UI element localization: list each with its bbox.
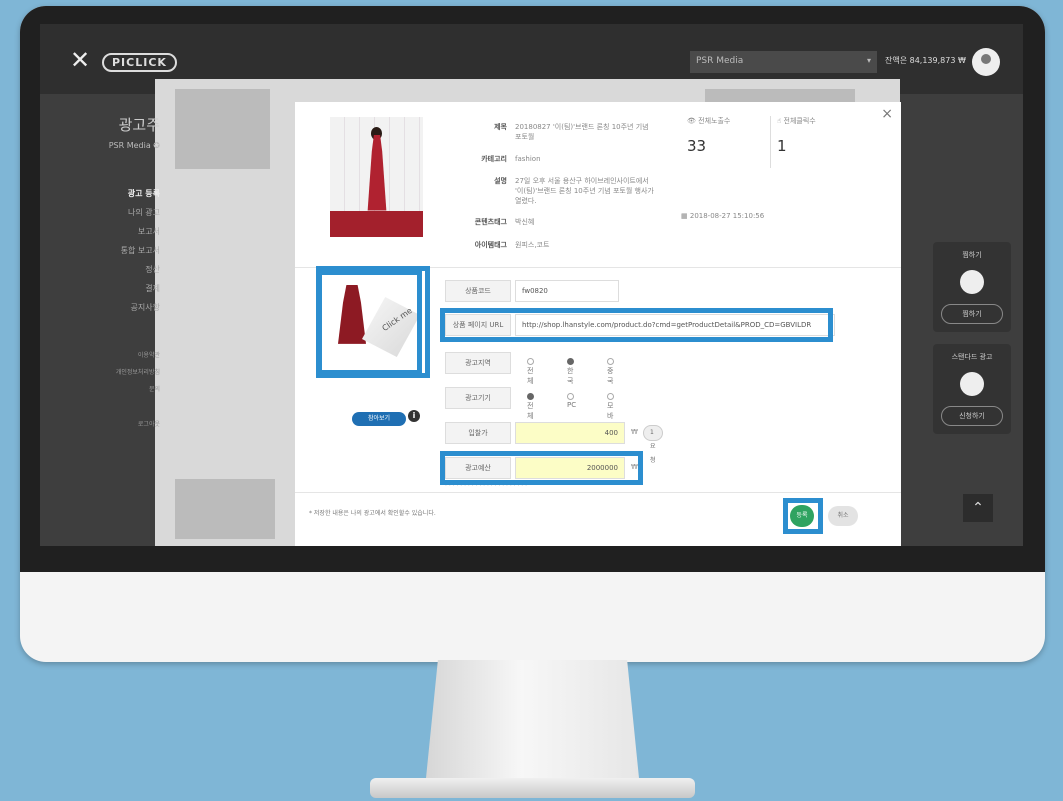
clicks-label: ☝ 전체클릭수 bbox=[777, 117, 816, 125]
sidebar-item-report[interactable]: 보고서 bbox=[70, 222, 160, 241]
budget-highlight-box bbox=[440, 451, 643, 485]
sidebar-title: 광고주 bbox=[118, 116, 160, 134]
sidebar: 광고주 PSR Media ✪ 광고 등록 나의 광고 보고서 통합 보고서 정… bbox=[70, 114, 160, 433]
cancel-button[interactable]: 취소 bbox=[828, 506, 858, 526]
impressions-stat: 👁 전체노출수 33 bbox=[687, 116, 772, 168]
chevron-down-icon: ▾ bbox=[866, 56, 871, 65]
info-content-tag-row: 콘텐츠태그 박신혜 bbox=[455, 217, 655, 227]
sidebar-item-my-ads[interactable]: 나의 광고 bbox=[70, 203, 160, 222]
modal-close-icon[interactable]: × bbox=[881, 106, 893, 122]
device-radio-all[interactable]: 전체 bbox=[527, 393, 537, 421]
sidebar-link-privacy[interactable]: 개인정보처리방침 bbox=[70, 364, 160, 381]
scroll-top-button[interactable]: ⌃ bbox=[963, 494, 993, 522]
clicks-value: 1 bbox=[777, 137, 787, 155]
product-code-input[interactable]: fw0820 bbox=[515, 280, 619, 302]
info-icon[interactable]: i bbox=[408, 410, 420, 422]
title-label: 제목 bbox=[494, 123, 507, 131]
red-carpet bbox=[330, 211, 423, 237]
description-label: 설명 bbox=[494, 177, 507, 185]
right-panel-label-1: 찜하기 bbox=[962, 251, 982, 259]
footer-divider bbox=[295, 492, 901, 493]
info-item-tag-row: 아이템태그 원피스,코트 bbox=[455, 240, 655, 250]
title-value: 20180827 '이(팀)'브랜드 론칭 10주년 기념 포토월 bbox=[515, 123, 649, 141]
info-title-row: 제목 20180827 '이(팀)'브랜드 론칭 10주년 기념 포토월 bbox=[455, 122, 655, 142]
stats-box: 👁 전체노출수 33 ☝ 전체클릭수 1 bbox=[687, 116, 857, 168]
right-panel-button-2[interactable]: 신청하기 bbox=[941, 406, 1003, 426]
right-panel-label-2: 스탠다드 광고 bbox=[951, 353, 993, 361]
clicks-stat: ☝ 전체클릭수 1 bbox=[777, 116, 862, 168]
created-date: ▦ 2018-08-27 15:10:56 bbox=[681, 212, 765, 220]
sidebar-item-settlement[interactable]: 정산 bbox=[70, 260, 160, 279]
content-image bbox=[330, 117, 423, 237]
calendar-icon: ▦ bbox=[681, 212, 688, 220]
device-label: 광고기기 bbox=[445, 387, 511, 409]
badge-icon bbox=[960, 270, 984, 294]
device-radio-pc[interactable]: PC bbox=[567, 393, 577, 409]
right-panel-box-1: 찜하기 찜하기 bbox=[933, 242, 1011, 332]
item-tag-label: 아이템태그 bbox=[474, 241, 507, 249]
media-select[interactable]: PSR Media ▾ bbox=[690, 51, 877, 73]
screen: ✕ PICLICK PSR Media ▾ 잔액은 84,139,873 ₩ 광… bbox=[40, 24, 1023, 546]
eye-icon: 👁 bbox=[687, 117, 696, 125]
avatar[interactable] bbox=[972, 48, 1000, 76]
footer-note: * 저장한 내용은 나의 광고에서 확인할수 있습니다. bbox=[309, 510, 436, 517]
content-tag-label: 콘텐츠태그 bbox=[474, 218, 507, 226]
balance-text: 잔액은 84,139,873 ₩ bbox=[885, 56, 966, 65]
close-icon[interactable]: ✕ bbox=[70, 48, 90, 72]
bid-label: 입찰가 bbox=[445, 422, 511, 444]
right-panel: 찜하기 찜하기 스탠다드 광고 신청하기 bbox=[933, 242, 1011, 446]
sidebar-item-ad-register[interactable]: 광고 등록 bbox=[70, 184, 160, 203]
sidebar-account[interactable]: PSR Media ✪ bbox=[70, 141, 160, 150]
region-radio-all[interactable]: 전체 bbox=[527, 358, 537, 386]
sidebar-link-contact[interactable]: 문의 bbox=[70, 381, 160, 398]
sidebar-extra-links: 이용약관 개인정보처리방침 문의 로그아웃 bbox=[70, 347, 160, 433]
content-tag-value: 박신혜 bbox=[515, 218, 535, 226]
budget-hint-text: · · · · · · · · · · · · · · · · · · · · … bbox=[445, 483, 528, 490]
impressions-label: 👁 전체노출수 bbox=[687, 117, 731, 125]
pointer-hand-icon: ☝ bbox=[777, 117, 782, 125]
category-label: 카테고리 bbox=[481, 155, 507, 163]
sidebar-menu: 광고 등록 나의 광고 보고서 통합 보고서 정산 결제 공지사항 bbox=[70, 184, 160, 317]
preview-button[interactable]: 참아보기 bbox=[352, 412, 406, 426]
register-highlight-box bbox=[783, 498, 823, 534]
sidebar-link-logout[interactable]: 로그아웃 bbox=[70, 416, 160, 433]
region-radio-korea[interactable]: 한국 bbox=[567, 358, 577, 386]
right-panel-button-1[interactable]: 찜하기 bbox=[941, 304, 1003, 324]
monitor-base bbox=[370, 778, 695, 798]
region-label: 광고지역 bbox=[445, 352, 511, 374]
bid-unit: ₩ bbox=[631, 428, 638, 436]
image-highlight-box bbox=[316, 266, 430, 378]
info-category-row: 카테고리 fashion bbox=[455, 154, 655, 164]
url-highlight-box bbox=[440, 308, 833, 342]
sidebar-item-notice[interactable]: 공지사항 bbox=[70, 298, 160, 317]
bid-request-button[interactable]: 1요청 bbox=[643, 425, 663, 464]
item-tag-value: 원피스,코트 bbox=[515, 241, 550, 249]
impressions-value: 33 bbox=[687, 137, 707, 155]
stats-divider bbox=[770, 116, 771, 168]
background-tile bbox=[175, 479, 275, 539]
category-value: fashion bbox=[515, 155, 541, 163]
media-select-value: PSR Media bbox=[696, 56, 744, 66]
background-tile bbox=[175, 89, 270, 169]
click-me-icon bbox=[960, 372, 984, 396]
sidebar-link-terms[interactable]: 이용약관 bbox=[70, 347, 160, 364]
bid-input[interactable]: 400 bbox=[515, 422, 625, 444]
product-code-label: 상품코드 bbox=[445, 280, 511, 302]
info-description-row: 설명 27일 오후 서울 용산구 하이브레인사이트에서 '이(팀)'브랜드 론칭 … bbox=[455, 176, 655, 206]
region-radio-china[interactable]: 중국 bbox=[607, 358, 617, 386]
right-panel-box-2: 스탠다드 광고 신청하기 bbox=[933, 344, 1011, 434]
logo: PICLICK bbox=[102, 53, 177, 72]
monitor-stand bbox=[425, 660, 640, 788]
sidebar-item-payment[interactable]: 결제 bbox=[70, 279, 160, 298]
sidebar-item-integrated-report[interactable]: 통합 보고서 bbox=[70, 241, 160, 260]
description-value: 27일 오후 서울 용산구 하이브레인사이트에서 '이(팀)'브랜드 론칭 10… bbox=[515, 177, 654, 205]
